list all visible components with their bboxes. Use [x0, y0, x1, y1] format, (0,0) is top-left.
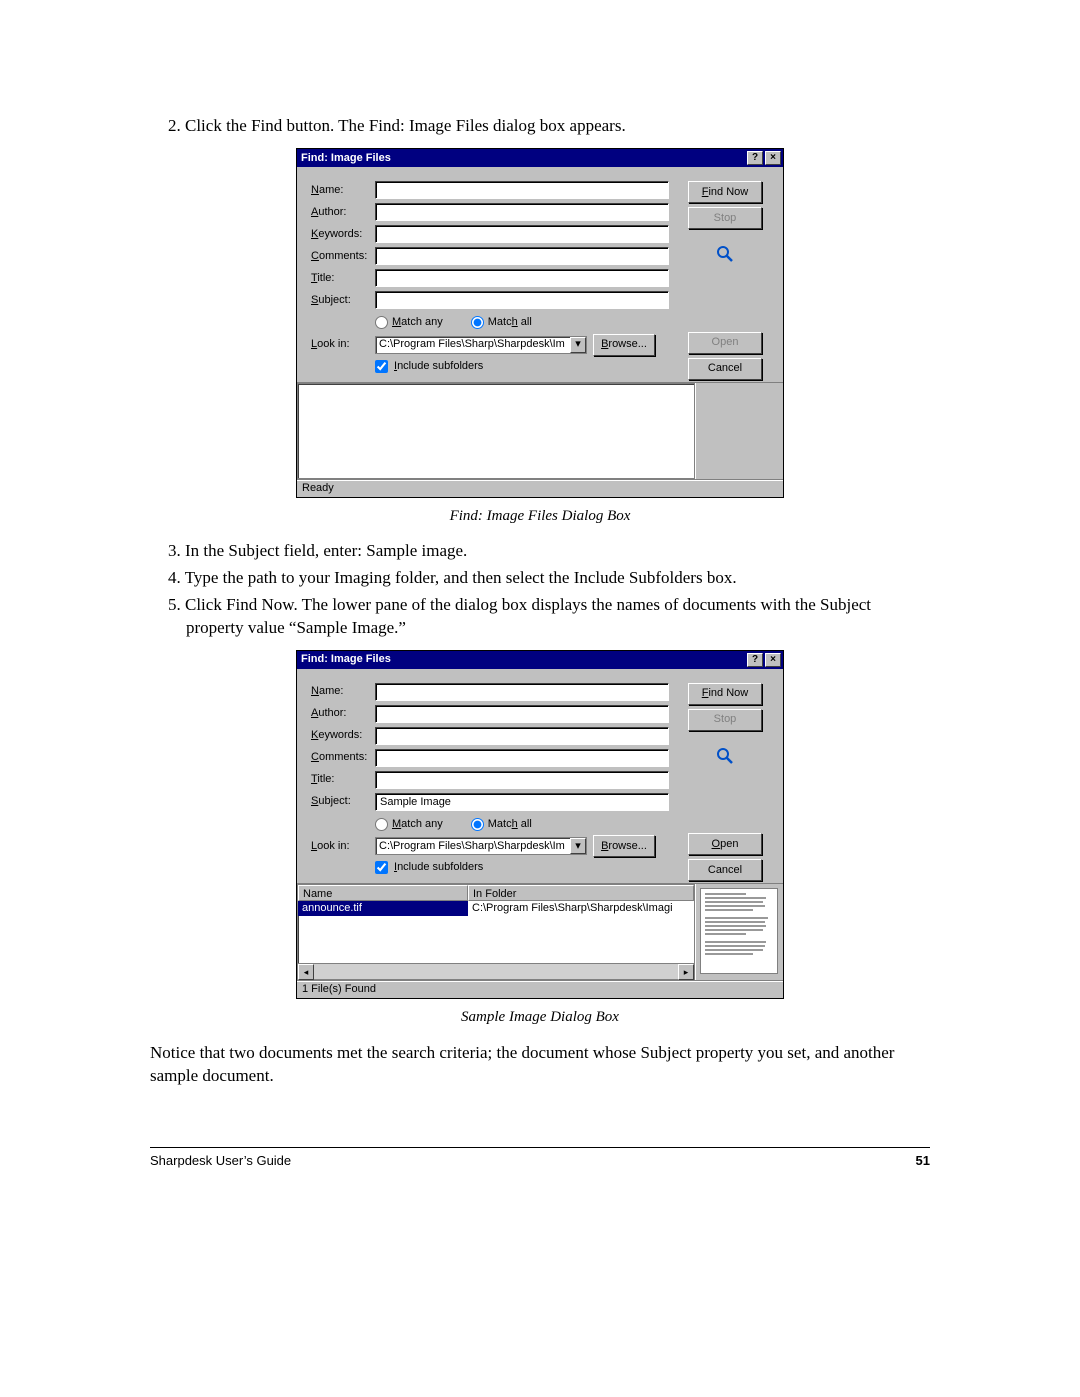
keywords-input[interactable]: [375, 727, 669, 745]
status-bar: 1 File(s) Found: [297, 980, 783, 998]
author-input[interactable]: [375, 203, 669, 221]
caption-1: Find: Image Files Dialog Box: [150, 506, 930, 526]
find-now-button[interactable]: Find Now: [688, 181, 762, 203]
table-row[interactable]: announce.tif C:\Program Files\Sharp\Shar…: [298, 901, 694, 916]
magnifier-icon: [714, 243, 736, 265]
label-subject: Subject:: [311, 293, 369, 308]
include-subfolders-label: Include subfolders: [394, 359, 483, 374]
title-input[interactable]: [375, 269, 669, 287]
comments-input[interactable]: [375, 247, 669, 265]
horizontal-scrollbar[interactable]: ◂ ▸: [298, 963, 694, 979]
help-icon[interactable]: ?: [747, 151, 763, 165]
post-paragraph: Notice that two documents met the search…: [150, 1042, 930, 1088]
title-text: Find: Image Files: [301, 652, 391, 667]
scroll-right-icon[interactable]: ▸: [678, 964, 694, 980]
stop-button[interactable]: Stop: [688, 207, 762, 229]
subject-input[interactable]: [375, 291, 669, 309]
name-input[interactable]: [375, 683, 669, 701]
label-keywords: Keywords:: [311, 227, 369, 242]
results-list-empty: [297, 383, 695, 479]
open-button[interactable]: Open: [688, 332, 762, 354]
preview-pane: [695, 383, 783, 479]
close-icon[interactable]: ×: [765, 653, 781, 667]
open-button[interactable]: Open: [688, 833, 762, 855]
radio-match-any[interactable]: Match any: [375, 315, 443, 330]
include-subfolders-checkbox[interactable]: [375, 861, 388, 874]
find-image-files-dialog-2: Find: Image Files ? × Name: Author: Keyw…: [296, 650, 784, 1000]
browse-button[interactable]: Browse...: [593, 835, 655, 857]
magnifier-icon: [714, 745, 736, 767]
label-comments: Comments:: [311, 249, 369, 264]
scroll-left-icon[interactable]: ◂: [298, 964, 314, 980]
title-input[interactable]: [375, 771, 669, 789]
status-bar: Ready: [297, 479, 783, 497]
col-header-name[interactable]: Name: [298, 885, 468, 901]
browse-button[interactable]: Browse...: [593, 334, 655, 356]
caption-2: Sample Image Dialog Box: [150, 1007, 930, 1027]
comments-input[interactable]: [375, 749, 669, 767]
author-input[interactable]: [375, 705, 669, 723]
step-5: 5. Click Find Now. The lower pane of the…: [150, 594, 930, 640]
name-input[interactable]: [375, 181, 669, 199]
cell-folder: C:\Program Files\Sharp\Sharpdesk\Imagi: [468, 901, 694, 916]
label-name: Name:: [311, 183, 369, 198]
find-now-button[interactable]: Find Now: [688, 683, 762, 705]
cancel-button[interactable]: Cancel: [688, 358, 762, 380]
radio-match-all[interactable]: Match all: [471, 817, 532, 832]
form-area: Name: Author: Keywords: Comments: Title:…: [311, 181, 669, 380]
cell-name: announce.tif: [298, 901, 468, 916]
step-3: 3. In the Subject field, enter: Sample i…: [150, 540, 930, 563]
dialog-1-wrap: Find: Image Files ? × Name: Author: Keyw…: [150, 148, 930, 498]
include-subfolders-checkbox[interactable]: [375, 360, 388, 373]
step-4: 4. Type the path to your Imaging folder,…: [150, 567, 930, 590]
chevron-down-icon[interactable]: ▾: [570, 838, 586, 854]
radio-match-all[interactable]: Match all: [471, 315, 532, 330]
lookin-combo[interactable]: C:\Program Files\Sharp\Sharpdesk\Im ▾: [375, 837, 587, 855]
document-preview-icon: [700, 888, 778, 974]
col-header-folder[interactable]: In Folder: [468, 885, 694, 901]
stop-button[interactable]: Stop: [688, 709, 762, 731]
label-title: Title:: [311, 271, 369, 286]
page-footer: Sharpdesk User’s Guide 51: [150, 1147, 930, 1170]
subject-input[interactable]: [375, 793, 669, 811]
lookin-combo[interactable]: C:\Program Files\Sharp\Sharpdesk\Im ▾: [375, 336, 587, 354]
titlebar: Find: Image Files ? ×: [297, 651, 783, 669]
footer-right: 51: [916, 1152, 930, 1170]
find-image-files-dialog: Find: Image Files ? × Name: Author: Keyw…: [296, 148, 784, 498]
step-2: 2. Click the Find button. The Find: Imag…: [150, 115, 930, 138]
help-icon[interactable]: ?: [747, 653, 763, 667]
label-lookin: Look in:: [311, 337, 369, 352]
radio-match-any[interactable]: Match any: [375, 817, 443, 832]
cancel-button[interactable]: Cancel: [688, 859, 762, 881]
results-list[interactable]: Name In Folder announce.tif C:\Program F…: [297, 884, 695, 980]
preview-pane: [695, 884, 783, 980]
chevron-down-icon[interactable]: ▾: [570, 337, 586, 353]
keywords-input[interactable]: [375, 225, 669, 243]
close-icon[interactable]: ×: [765, 151, 781, 165]
label-author: Author:: [311, 205, 369, 220]
footer-left: Sharpdesk User’s Guide: [150, 1152, 291, 1170]
titlebar: Find: Image Files ? ×: [297, 149, 783, 167]
lookin-value: C:\Program Files\Sharp\Sharpdesk\Im: [379, 337, 565, 352]
title-text: Find: Image Files: [301, 151, 391, 166]
dialog-2-wrap: Find: Image Files ? × Name: Author: Keyw…: [150, 650, 930, 1000]
